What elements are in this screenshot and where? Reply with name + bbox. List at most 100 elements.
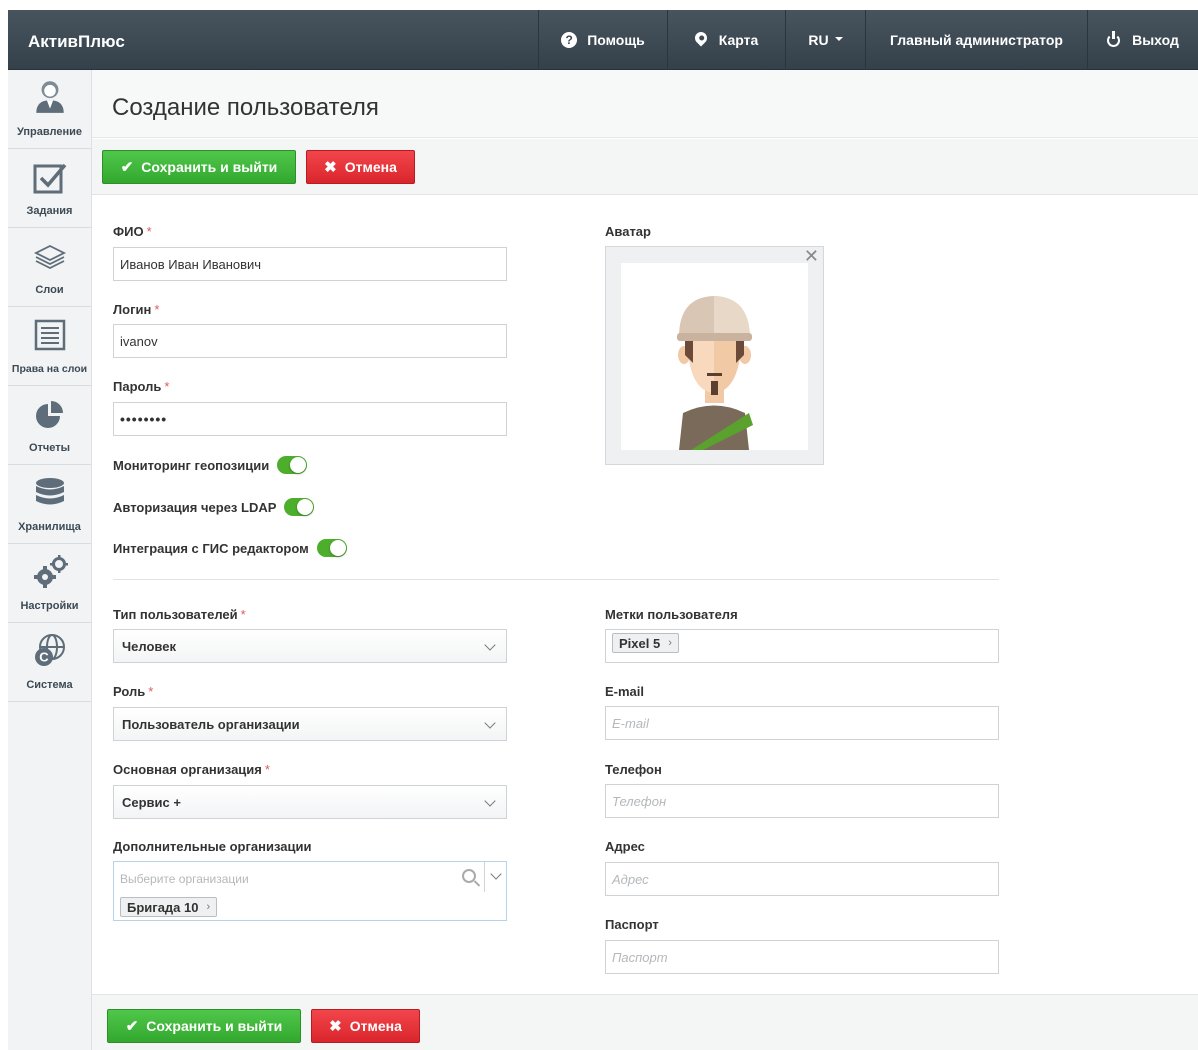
- chevron-down-icon: [490, 868, 502, 880]
- power-icon: [1107, 30, 1121, 47]
- extra-orgs-dropdown-toggle[interactable]: [484, 862, 506, 892]
- ldap-auth-label: Авторизация через LDAP: [113, 499, 277, 515]
- page-header: Создание пользователя: [92, 70, 1198, 138]
- sidebar-item-label: Управление: [16, 126, 82, 138]
- brand-logo[interactable]: АктивПлюс: [28, 32, 125, 52]
- document-list-icon: [34, 319, 65, 351]
- extra-orgs-multiselect[interactable]: Выберите организации Бригада 10 ›: [113, 861, 507, 921]
- caret-down-icon: [834, 37, 843, 41]
- avatar-upload[interactable]: ✕: [605, 246, 824, 465]
- svg-text:C: C: [39, 650, 49, 665]
- extra-org-tag[interactable]: Бригада 10 ›: [120, 897, 218, 917]
- passport-field[interactable]: Паспорт: [605, 940, 999, 974]
- gis-integration-toggle[interactable]: [316, 539, 347, 557]
- save-and-exit-button[interactable]: ✔ Сохранить и выйти: [107, 1009, 301, 1043]
- map-link[interactable]: Карта: [667, 10, 785, 70]
- help-link[interactable]: ? Помощь: [538, 10, 667, 70]
- check-icon: ✔: [120, 159, 134, 176]
- sidebar-item-management[interactable]: Управление: [8, 70, 91, 149]
- gis-integration-label: Интеграция с ГИС редактором: [113, 540, 309, 556]
- user-type-select[interactable]: Человек: [113, 629, 507, 663]
- help-label: Помощь: [587, 32, 645, 48]
- language-dropdown[interactable]: RU: [785, 10, 865, 70]
- login-field[interactable]: ivanov: [113, 324, 507, 358]
- extra-org-tag-label: Бригада 10: [127, 899, 199, 915]
- main-org-label: Основная организация *: [113, 762, 270, 777]
- gis-integration-row: Интеграция с ГИС редактором: [113, 539, 347, 557]
- top-action-bar: ✔ Сохранить и выйти ✖ Отмена: [92, 139, 1198, 195]
- user-tags-label: Метки пользователя: [605, 607, 738, 622]
- password-field[interactable]: ••••••••: [113, 402, 507, 436]
- top-navbar: АктивПлюс ? Помощь Карта RU Главный адми…: [8, 10, 1198, 70]
- chevron-down-icon: [484, 795, 496, 807]
- check-icon: ✔: [125, 1018, 139, 1035]
- phone-field[interactable]: Телефон: [605, 784, 999, 818]
- save-and-exit-button[interactable]: ✔ Сохранить и выйти: [102, 150, 296, 184]
- search-icon: [462, 869, 476, 883]
- login-label: Логин *: [113, 302, 160, 317]
- user-tags-field[interactable]: Pixel 5 ›: [605, 629, 999, 663]
- map-label: Карта: [718, 32, 759, 48]
- extra-orgs-placeholder: Выберите организации: [120, 872, 249, 886]
- sidebar-item-label: Отчеты: [28, 442, 71, 454]
- avatar-label: Аватар: [605, 224, 651, 239]
- user-tag[interactable]: Pixel 5 ›: [612, 633, 679, 653]
- address-label: Адрес: [605, 839, 645, 854]
- map-pin-icon: [692, 29, 710, 47]
- sidebar-item-label: Хранилища: [18, 521, 81, 533]
- cancel-label: Отмена: [349, 1018, 402, 1034]
- logout-button[interactable]: Выход: [1087, 10, 1198, 70]
- cancel-button[interactable]: ✖ Отмена: [306, 150, 415, 184]
- sidebar-item-reports[interactable]: Отчеты: [8, 386, 91, 465]
- geo-monitoring-toggle[interactable]: [277, 456, 308, 474]
- email-label: E-mail: [605, 684, 645, 699]
- sidebar-item-layers[interactable]: Слои: [8, 228, 91, 307]
- sidebar-item-label: Система: [26, 679, 73, 691]
- sidebar-item-label: Настройки: [20, 600, 79, 612]
- user-type-value: Человек: [122, 638, 176, 654]
- password-label: Пароль *: [113, 379, 170, 394]
- main-org-value: Сервис +: [122, 794, 181, 810]
- gears-icon: [33, 555, 68, 588]
- sidebar-item-label: Слои: [35, 284, 64, 296]
- avatar-illustration: [677, 296, 753, 450]
- main-org-select[interactable]: Сервис +: [113, 785, 507, 819]
- phone-label: Телефон: [605, 762, 662, 777]
- chevron-down-icon: [484, 639, 496, 651]
- role-select[interactable]: Пользователь организации: [113, 707, 507, 741]
- language-label: RU: [808, 32, 829, 48]
- geo-monitoring-row: Мониторинг геопозиции: [113, 456, 308, 474]
- geo-monitoring-label: Мониторинг геопозиции: [113, 457, 270, 473]
- user-menu[interactable]: Главный администратор: [865, 10, 1087, 70]
- sidebar-item-storage[interactable]: Хранилища: [8, 465, 91, 544]
- fio-field[interactable]: Иванов Иван Иванович: [113, 247, 507, 281]
- ldap-auth-row: Авторизация через LDAP: [113, 498, 315, 516]
- pie-chart-icon: [35, 401, 63, 428]
- bottom-action-bar: ✔ Сохранить и выйти ✖ Отмена: [92, 994, 1198, 1050]
- sidebar-item-system[interactable]: C Система: [8, 623, 91, 702]
- address-field[interactable]: Адрес: [605, 862, 999, 896]
- cancel-button[interactable]: ✖ Отмена: [311, 1009, 420, 1043]
- cancel-label: Отмена: [344, 159, 397, 175]
- save-label: Сохранить и выйти: [146, 1018, 283, 1034]
- avatar-image: [621, 263, 808, 450]
- fio-label: ФИО *: [113, 224, 152, 239]
- role-value: Пользователь организации: [122, 716, 300, 732]
- sidebar-item-settings[interactable]: Настройки: [8, 544, 91, 623]
- checkbox-icon: [33, 163, 66, 194]
- sidebar-item-label: Задания: [26, 205, 73, 217]
- chevron-right-icon: ›: [668, 637, 672, 649]
- help-icon: ?: [561, 32, 578, 48]
- user-tag-label: Pixel 5: [619, 635, 661, 651]
- role-label: Роль *: [113, 684, 154, 699]
- sidebar-item-layer-rights[interactable]: Права на слои: [8, 307, 91, 386]
- logout-label: Выход: [1132, 32, 1179, 48]
- globe-icon: C: [34, 634, 65, 666]
- extra-orgs-label: Дополнительные организации: [113, 839, 312, 854]
- save-label: Сохранить и выйти: [141, 159, 278, 175]
- email-field[interactable]: E-mail: [605, 706, 999, 740]
- section-divider: [113, 579, 999, 580]
- user-type-label: Тип пользователей *: [113, 607, 246, 622]
- sidebar-item-tasks[interactable]: Задания: [8, 149, 91, 228]
- ldap-auth-toggle[interactable]: [284, 498, 315, 516]
